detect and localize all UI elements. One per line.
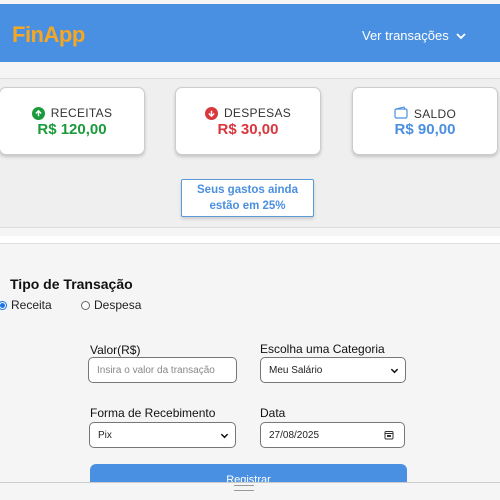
app-logo: FinApp [12,22,85,47]
chevron-down-icon [220,433,229,439]
amount-label: Valor(R$) [90,343,141,357]
date-value: 27/08/2025 [269,429,320,441]
radio-expense-label: Despesa [94,298,142,312]
arrow-down-circle-icon [204,106,218,120]
spending-alert: Seus gastos ainda estão em 25% [181,179,314,217]
radio-income-control[interactable] [0,300,7,310]
category-label: Escolha uma Categoria [260,342,385,356]
form-title: Tipo de Transação [10,276,133,292]
chevron-down-icon [390,368,399,374]
radio-expense-control[interactable] [81,300,90,310]
balance-title: SALDO [413,107,457,121]
expense-value: R$ 30,00 [217,121,279,138]
summary-section: RECEITAS R$ 120,00 DESPESAS R$ 30,00 SAL… [0,78,500,228]
date-input[interactable]: 27/08/2025 [260,422,405,448]
wallet-icon [394,106,408,122]
income-value: R$ 120,00 [37,121,107,138]
balance-value: R$ 90,00 [394,121,456,138]
radio-income-label: Receita [11,298,52,312]
view-transactions-label: Ver transações [362,28,449,43]
expense-title: DESPESAS [223,106,292,120]
date-label: Data [260,406,286,420]
calendar-icon[interactable] [384,430,394,440]
category-value: Meu Salário [269,364,323,376]
radio-expense[interactable]: Despesa [81,298,141,312]
view-transactions-link[interactable]: Ver transações [362,28,467,43]
payment-value: Pix [98,429,112,441]
income-title: RECEITAS [50,106,113,120]
arrow-up-circle-icon [31,106,45,120]
app-header: FinApp Ver transações [0,4,500,62]
drag-handle-icon[interactable] [234,485,254,491]
payment-label: Forma de Recebimento [90,406,216,420]
amount-placeholder: Insira o valor da transação [97,364,215,376]
radio-income[interactable]: Receita [0,298,52,312]
expense-card: DESPESAS R$ 30,00 [175,87,321,155]
alert-line-1: Seus gastos ainda [197,184,298,196]
section-divider [0,236,500,244]
chevron-down-icon [456,32,466,39]
payment-select[interactable]: Pix [89,422,236,448]
amount-input[interactable]: Insira o valor da transação [88,357,237,383]
income-card: RECEITAS R$ 120,00 [0,87,145,155]
category-select[interactable]: Meu Salário [260,357,406,383]
alert-line-2: estão em 25% [209,200,286,212]
balance-card: SALDO R$ 90,00 [352,87,498,155]
